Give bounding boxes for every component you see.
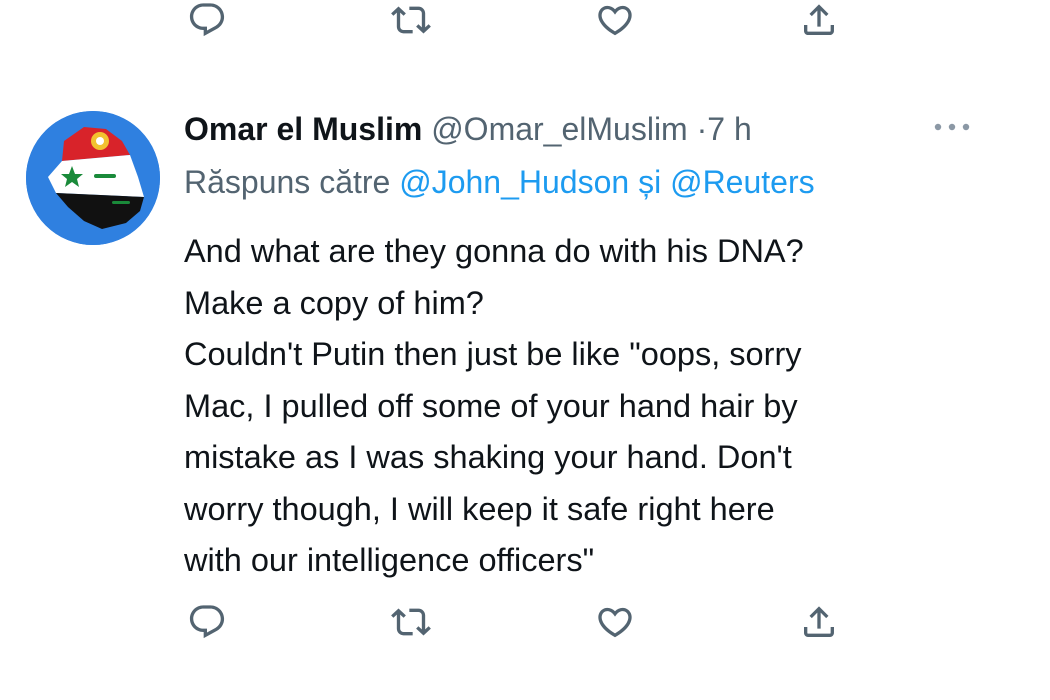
more-dots-icon: [934, 123, 970, 131]
retweet-icon: [391, 6, 431, 34]
retweet-icon: [391, 608, 431, 636]
avatar[interactable]: [26, 111, 160, 245]
share-button[interactable]: [794, 0, 844, 45]
reply-button[interactable]: [182, 597, 232, 647]
reply-button[interactable]: [182, 0, 232, 45]
more-options-button[interactable]: [928, 112, 976, 142]
like-button[interactable]: [590, 597, 640, 647]
like-icon: [598, 607, 632, 638]
tweet-action-bar: [186, 597, 846, 647]
share-icon: [804, 606, 834, 637]
mention-link-john-hudson[interactable]: @John_Hudson: [399, 164, 629, 200]
tweet-text: And what are they gonna do with his DNA?…: [184, 226, 984, 587]
separator-dot: ·: [696, 111, 708, 147]
share-icon: [804, 4, 834, 35]
tweet-text-line: Make a copy of him?: [184, 284, 484, 321]
replying-prefix: Răspuns către: [184, 164, 391, 200]
previous-tweet-action-bar: [186, 0, 846, 45]
iraq-map-flag-avatar-icon: [26, 111, 160, 245]
reply-icon: [189, 605, 225, 639]
retweet-button[interactable]: [386, 597, 436, 647]
reply-icon: [189, 3, 225, 37]
mention-conjunction: și: [638, 164, 662, 200]
tweet-header: Omar el Muslim @Omar_elMuslim ·7 h: [184, 107, 752, 151]
like-icon: [598, 5, 632, 36]
tweet-text-line: mistake as I was shaking your hand. Don'…: [184, 439, 792, 475]
replying-to: Răspuns către @John_Hudson și @Reuters: [184, 160, 815, 204]
mention-link-reuters[interactable]: @Reuters: [670, 164, 815, 200]
tweet-text-line: Couldn't Putin then just be like "oops, …: [184, 336, 802, 372]
tweet-text-line: with our intelligence officers": [184, 542, 595, 578]
user-handle[interactable]: @Omar_elMuslim: [431, 111, 688, 147]
tweet-text-line: worry though, I will keep it safe right …: [184, 490, 775, 527]
tweet-text-line: Mac, I pulled off some of your hand hair…: [184, 387, 798, 424]
like-button[interactable]: [590, 0, 640, 45]
tweet-timestamp[interactable]: 7 h: [707, 111, 751, 147]
retweet-button[interactable]: [386, 0, 436, 45]
display-name[interactable]: Omar el Muslim: [184, 111, 422, 147]
tweet-text-line: And what are they gonna do with his DNA?: [184, 233, 804, 269]
share-button[interactable]: [794, 597, 844, 647]
